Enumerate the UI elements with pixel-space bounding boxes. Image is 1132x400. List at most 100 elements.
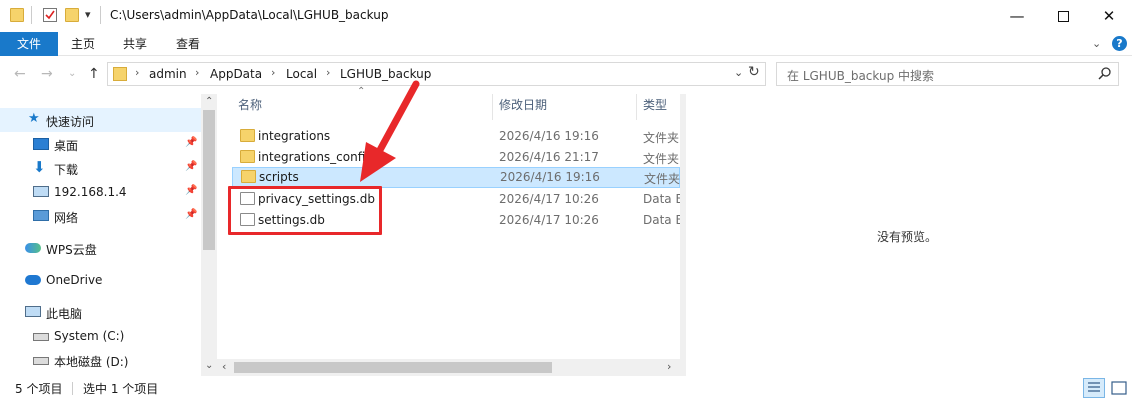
details-view-icon[interactable] bbox=[1083, 378, 1105, 398]
annotation-arrow-icon bbox=[360, 80, 420, 182]
title-bar: ▾ C:\Users\admin\AppData\Local\LGHUB_bac… bbox=[0, 0, 1132, 32]
tab-home[interactable]: 主页 bbox=[62, 32, 104, 56]
nav-network[interactable]: 网络 📌 bbox=[0, 204, 201, 228]
forward-icon[interactable]: → bbox=[41, 66, 53, 82]
scrollbar-thumb[interactable] bbox=[203, 110, 215, 250]
pin-icon[interactable]: 📌 bbox=[185, 209, 197, 220]
file-type: 文件夹 bbox=[644, 172, 681, 186]
nav-scrollbar[interactable]: ⌃ ⌄ bbox=[201, 94, 217, 376]
tab-view[interactable]: 查看 bbox=[167, 32, 209, 56]
file-type: Data Base File bbox=[643, 213, 680, 227]
nav-label: 网络 bbox=[54, 211, 79, 225]
recent-locations-icon[interactable]: ⌄ bbox=[68, 68, 76, 79]
list-horizontal-scrollbar[interactable]: ‹ › bbox=[217, 359, 680, 376]
properties-icon[interactable] bbox=[43, 8, 57, 22]
nav-this-pc[interactable]: 此电脑 bbox=[0, 300, 201, 324]
file-type: 文件夹 bbox=[643, 131, 680, 145]
nav-label: 下载 bbox=[54, 163, 79, 177]
preview-message: 没有预览。 bbox=[877, 230, 938, 244]
folder-icon bbox=[113, 67, 127, 81]
cloud-icon bbox=[25, 243, 41, 253]
computer-icon bbox=[25, 306, 41, 317]
breadcrumb-appdata[interactable]: AppData bbox=[210, 67, 262, 81]
maximize-icon bbox=[1057, 10, 1069, 22]
close-button[interactable]: ✕ bbox=[1086, 0, 1132, 32]
breadcrumb-separator-icon[interactable]: › bbox=[271, 66, 275, 79]
divider bbox=[72, 382, 73, 395]
status-bar: 5 个项目 选中 1 个项目 bbox=[0, 376, 1132, 400]
drive-icon bbox=[33, 357, 49, 365]
nav-desktop[interactable]: 桌面 📌 bbox=[0, 132, 201, 156]
search-input[interactable]: 在 LGHUB_backup 中搜索 bbox=[787, 67, 934, 84]
nav-label: 桌面 bbox=[54, 139, 79, 153]
desktop-icon bbox=[33, 138, 49, 150]
up-icon[interactable]: ↑ bbox=[88, 66, 100, 82]
folder-icon bbox=[240, 129, 255, 142]
nav-label: 此电脑 bbox=[46, 307, 83, 321]
nav-network-share[interactable]: 192.168.1.4 📌 bbox=[0, 180, 201, 204]
folder-icon bbox=[240, 150, 255, 163]
folder-icon bbox=[241, 170, 256, 183]
divider bbox=[100, 6, 101, 24]
refresh-icon[interactable]: ↻ bbox=[748, 64, 760, 80]
file-type: 文件夹 bbox=[643, 152, 680, 166]
divider bbox=[636, 94, 637, 120]
breadcrumb-lghub-backup[interactable]: LGHUB_backup bbox=[340, 67, 431, 81]
customize-toolbar-icon[interactable]: ▾ bbox=[85, 8, 91, 21]
ribbon-tabs: 文件 主页 共享 查看 ⌄ ? bbox=[0, 32, 1132, 56]
nav-onedrive[interactable]: OneDrive bbox=[0, 268, 201, 292]
drive-icon bbox=[33, 333, 49, 341]
file-date: 2026/4/16 19:16 bbox=[499, 129, 599, 143]
nav-quick-access[interactable]: ★ 快速访问 bbox=[0, 108, 201, 132]
nav-wps-cloud[interactable]: WPS云盘 bbox=[0, 236, 201, 260]
file-row[interactable]: integrations_config 2026/4/16 21:17 文件夹 bbox=[232, 147, 680, 168]
annotation-highlight-box bbox=[228, 186, 382, 235]
breadcrumb-separator-icon[interactable]: › bbox=[135, 66, 139, 79]
scroll-down-icon[interactable]: ⌄ bbox=[205, 360, 213, 371]
column-header-name[interactable]: 名称 bbox=[238, 96, 262, 118]
search-box[interactable]: 在 LGHUB_backup 中搜索 bbox=[776, 62, 1119, 86]
status-item-count: 5 个项目 bbox=[15, 382, 63, 396]
minimize-button[interactable]: — bbox=[994, 0, 1040, 32]
back-icon[interactable]: ← bbox=[14, 66, 26, 82]
tab-file[interactable]: 文件 bbox=[0, 32, 58, 56]
scroll-up-icon[interactable]: ⌃ bbox=[205, 96, 213, 107]
file-date: 2026/4/17 10:26 bbox=[499, 213, 599, 227]
nav-drive-d[interactable]: 本地磁盘 (D:) bbox=[0, 348, 201, 372]
close-icon: ✕ bbox=[1102, 7, 1116, 25]
breadcrumb-separator-icon[interactable]: › bbox=[195, 66, 199, 79]
download-icon: ⬇ bbox=[33, 158, 46, 176]
nav-label: 192.168.1.4 bbox=[54, 185, 127, 199]
status-selection: 选中 1 个项目 bbox=[83, 382, 159, 396]
address-bar[interactable]: › admin › AppData › Local › LGHUB_backup… bbox=[107, 62, 766, 86]
pin-icon[interactable]: 📌 bbox=[185, 137, 197, 148]
breadcrumb-local[interactable]: Local bbox=[286, 67, 317, 81]
address-dropdown-icon[interactable]: ⌄ bbox=[734, 66, 743, 79]
pin-icon[interactable]: 📌 bbox=[185, 161, 197, 172]
new-folder-icon[interactable] bbox=[65, 8, 79, 22]
scrollbar-thumb[interactable] bbox=[234, 362, 552, 373]
maximize-button[interactable] bbox=[1040, 0, 1086, 32]
expand-ribbon-icon[interactable]: ⌄ bbox=[1092, 37, 1101, 50]
help-icon[interactable]: ? bbox=[1112, 36, 1127, 51]
tab-share[interactable]: 共享 bbox=[114, 32, 156, 56]
nav-label: System (C:) bbox=[54, 329, 125, 343]
breadcrumb-separator-icon[interactable]: › bbox=[326, 66, 330, 79]
preview-pane: 没有预览。 bbox=[686, 94, 1132, 376]
nav-downloads[interactable]: ⬇ 下载 📌 bbox=[0, 156, 201, 180]
column-header-date[interactable]: 修改日期 bbox=[499, 96, 547, 118]
file-date: 2026/4/16 19:16 bbox=[500, 170, 600, 184]
large-icons-view-icon[interactable] bbox=[1109, 378, 1129, 398]
window-title: C:\Users\admin\AppData\Local\LGHUB_backu… bbox=[110, 8, 389, 22]
star-icon: ★ bbox=[28, 111, 40, 126]
breadcrumb-admin[interactable]: admin bbox=[149, 67, 187, 81]
column-header-type[interactable]: 类型 bbox=[643, 96, 667, 118]
nav-drive-c[interactable]: System (C:) bbox=[0, 324, 201, 348]
minimize-icon: — bbox=[1009, 7, 1025, 25]
file-row-selected[interactable]: scripts 2026/4/16 19:16 文件夹 bbox=[232, 167, 680, 188]
scroll-left-icon[interactable]: ‹ bbox=[222, 360, 226, 373]
pin-icon[interactable]: 📌 bbox=[185, 185, 197, 196]
file-row[interactable]: integrations 2026/4/16 19:16 文件夹 bbox=[232, 126, 680, 147]
scroll-right-icon[interactable]: › bbox=[667, 360, 671, 373]
divider bbox=[31, 6, 32, 24]
